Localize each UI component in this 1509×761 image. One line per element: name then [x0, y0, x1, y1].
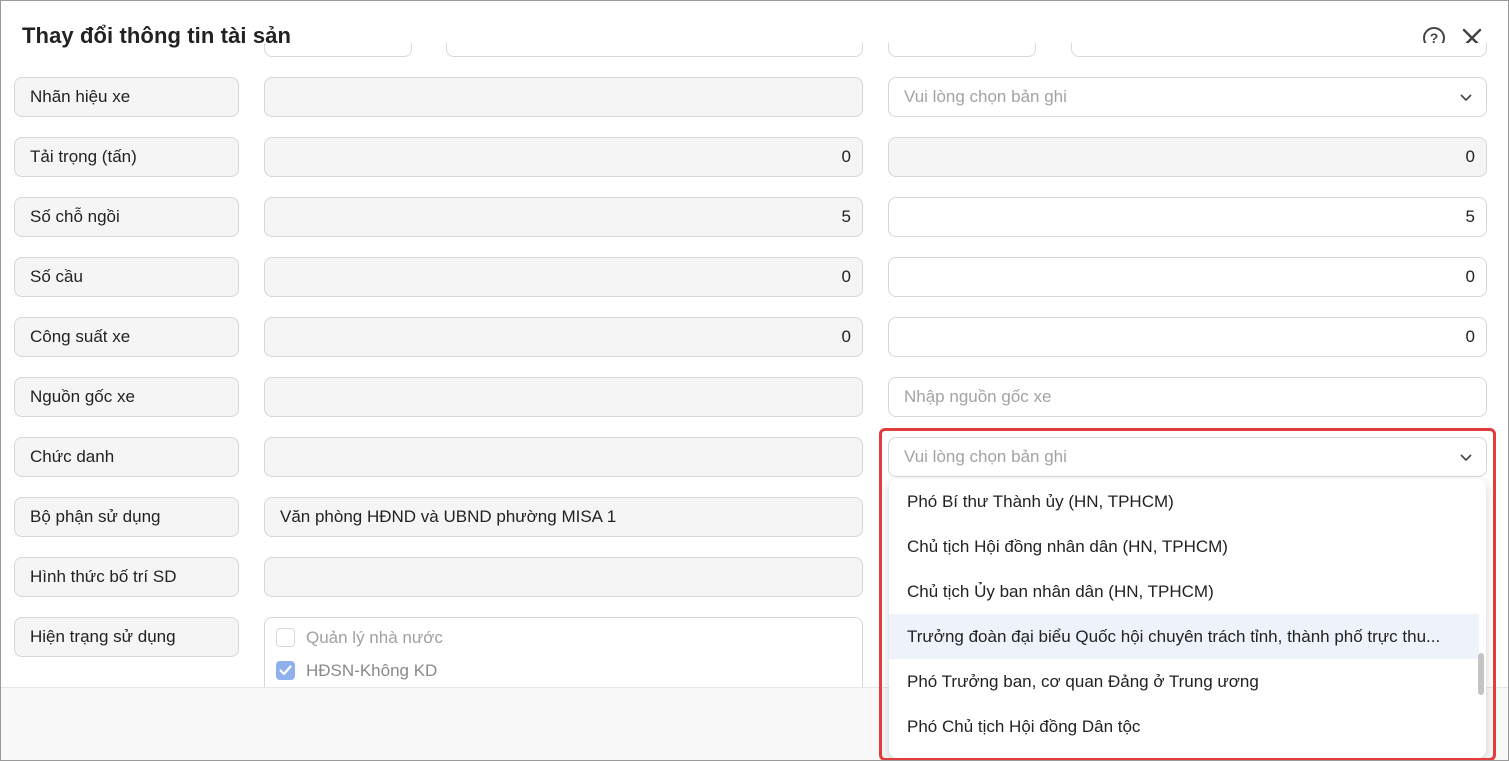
vehicle-origin-input[interactable]: Nhập nguồn gốc xe — [888, 377, 1487, 417]
field-label: Tải trọng (tấn) — [14, 137, 239, 177]
checkbox[interactable] — [276, 628, 295, 647]
field-label: Nguồn gốc xe — [14, 377, 239, 417]
select-placeholder: Vui lòng chọn bản ghi — [904, 87, 1067, 106]
field-label: Số cầu — [14, 257, 239, 297]
old-value-field: Văn phòng HĐND và UBND phường MISA 1 — [264, 497, 863, 537]
old-value-field: 0 — [264, 317, 863, 357]
row-load-capacity: Tải trọng (tấn) 0 0 — [1, 137, 1508, 177]
old-value-field: 5 — [264, 197, 863, 237]
checkbox-label: Quản lý nhà nước — [306, 628, 443, 647]
row-job-title: Chức danh Vui lòng chọn bản ghi — [1, 437, 1508, 477]
dropdown-option[interactable]: Phó Bí thư Thành ủy (HN, TPHCM) — [889, 479, 1479, 524]
old-value-field — [264, 437, 863, 477]
scrolled-field-fragment — [888, 43, 1036, 57]
select-placeholder: Vui lòng chọn bản ghi — [904, 447, 1067, 466]
engine-power-input[interactable]: 0 — [888, 317, 1487, 357]
field-label: Nhãn hiệu xe — [14, 77, 239, 117]
field-label: Hình thức bố trí SD — [14, 557, 239, 597]
change-asset-info-dialog: Thay đổi thông tin tài sản ? Nhãn hiệu x… — [0, 0, 1509, 761]
check-icon — [279, 665, 292, 676]
scrolled-field-fragment — [264, 43, 412, 57]
scrolled-field-fragment — [1071, 43, 1487, 57]
usage-status-checklist: Quản lý nhà nước HĐSN-Không KD — [264, 617, 863, 697]
old-value-field — [264, 77, 863, 117]
row-engine-power: Công suất xe 0 0 — [1, 317, 1508, 357]
dropdown-option[interactable]: Phó Chủ tịch Hội đồng Dân tộc — [889, 704, 1479, 749]
row-seat-count: Số chỗ ngồi 5 5 — [1, 197, 1508, 237]
scrolled-field-fragment — [446, 43, 863, 57]
chevron-down-icon — [1460, 454, 1472, 462]
axle-count-input[interactable]: 0 — [888, 257, 1487, 297]
old-value-field — [264, 377, 863, 417]
input-placeholder: Nhập nguồn gốc xe — [904, 387, 1052, 406]
vehicle-brand-select[interactable]: Vui lòng chọn bản ghi — [888, 77, 1487, 117]
dialog-title: Thay đổi thông tin tài sản — [22, 23, 292, 48]
chevron-down-icon — [1460, 94, 1472, 102]
dropdown-option[interactable]: Chủ tịch Ủy ban nhân dân (HN, TPHCM) — [889, 569, 1479, 614]
field-label: Công suất xe — [14, 317, 239, 357]
dropdown-scrollbar[interactable] — [1478, 653, 1484, 695]
row-axle-count: Số cầu 0 0 — [1, 257, 1508, 297]
seat-count-input[interactable]: 5 — [888, 197, 1487, 237]
field-label: Chức danh — [14, 437, 239, 477]
row-vehicle-brand: Nhãn hiệu xe Vui lòng chọn bản ghi — [1, 77, 1508, 117]
dropdown-option[interactable]: Phó Trưởng ban, cơ quan Đảng ở Trung ươn… — [889, 659, 1479, 704]
dropdown-option-hovered[interactable]: Trưởng đoàn đại biểu Quốc hội chuyên trá… — [889, 614, 1479, 659]
field-label: Số chỗ ngồi — [14, 197, 239, 237]
checkbox-checked[interactable] — [276, 661, 295, 680]
job-title-dropdown-list: Phó Bí thư Thành ủy (HN, TPHCM) Chủ tịch… — [889, 479, 1486, 758]
old-value-field: 0 — [264, 257, 863, 297]
field-label: Hiện trạng sử dụng — [14, 617, 239, 657]
row-vehicle-origin: Nguồn gốc xe Nhập nguồn gốc xe — [1, 377, 1508, 417]
old-value-field: 0 — [264, 137, 863, 177]
old-value-field — [264, 557, 863, 597]
checkbox-label: HĐSN-Không KD — [306, 661, 438, 680]
load-capacity-input: 0 — [888, 137, 1487, 177]
job-title-select[interactable]: Vui lòng chọn bản ghi — [888, 437, 1487, 477]
dropdown-option[interactable]: Chủ tịch Hội đồng nhân dân (HN, TPHCM) — [889, 524, 1479, 569]
field-label: Bộ phận sử dụng — [14, 497, 239, 537]
